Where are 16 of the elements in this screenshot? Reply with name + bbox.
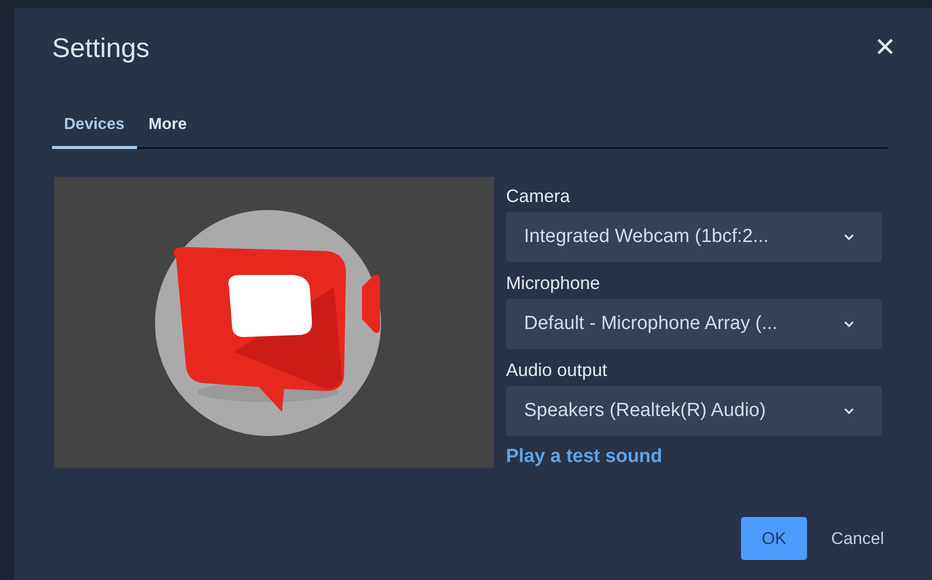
device-dropdown[interactable]: Integrated Webcam (1bcf:2... (506, 212, 882, 262)
close-button[interactable]: ✕ (868, 33, 902, 63)
dialog-title: Settings (52, 32, 150, 64)
device-dropdown[interactable]: Default - Microphone Array (... (506, 299, 882, 349)
field-label: Microphone (506, 272, 602, 294)
field-label: Audio output (506, 359, 608, 381)
chevron-down-icon (844, 321, 854, 327)
chevron-down-icon (844, 408, 854, 414)
cancel-button[interactable]: Cancel (823, 517, 892, 560)
tab[interactable]: Devices (52, 112, 136, 149)
chevron-down-icon (844, 234, 854, 240)
tab[interactable]: More (136, 112, 199, 149)
device-dropdown[interactable]: Speakers (Realtek(R) Audio) (506, 386, 882, 436)
test-sound-link[interactable]: Play a test sound (506, 446, 662, 468)
ok-button[interactable]: OK (741, 517, 808, 560)
field-label: Camera (506, 185, 572, 207)
